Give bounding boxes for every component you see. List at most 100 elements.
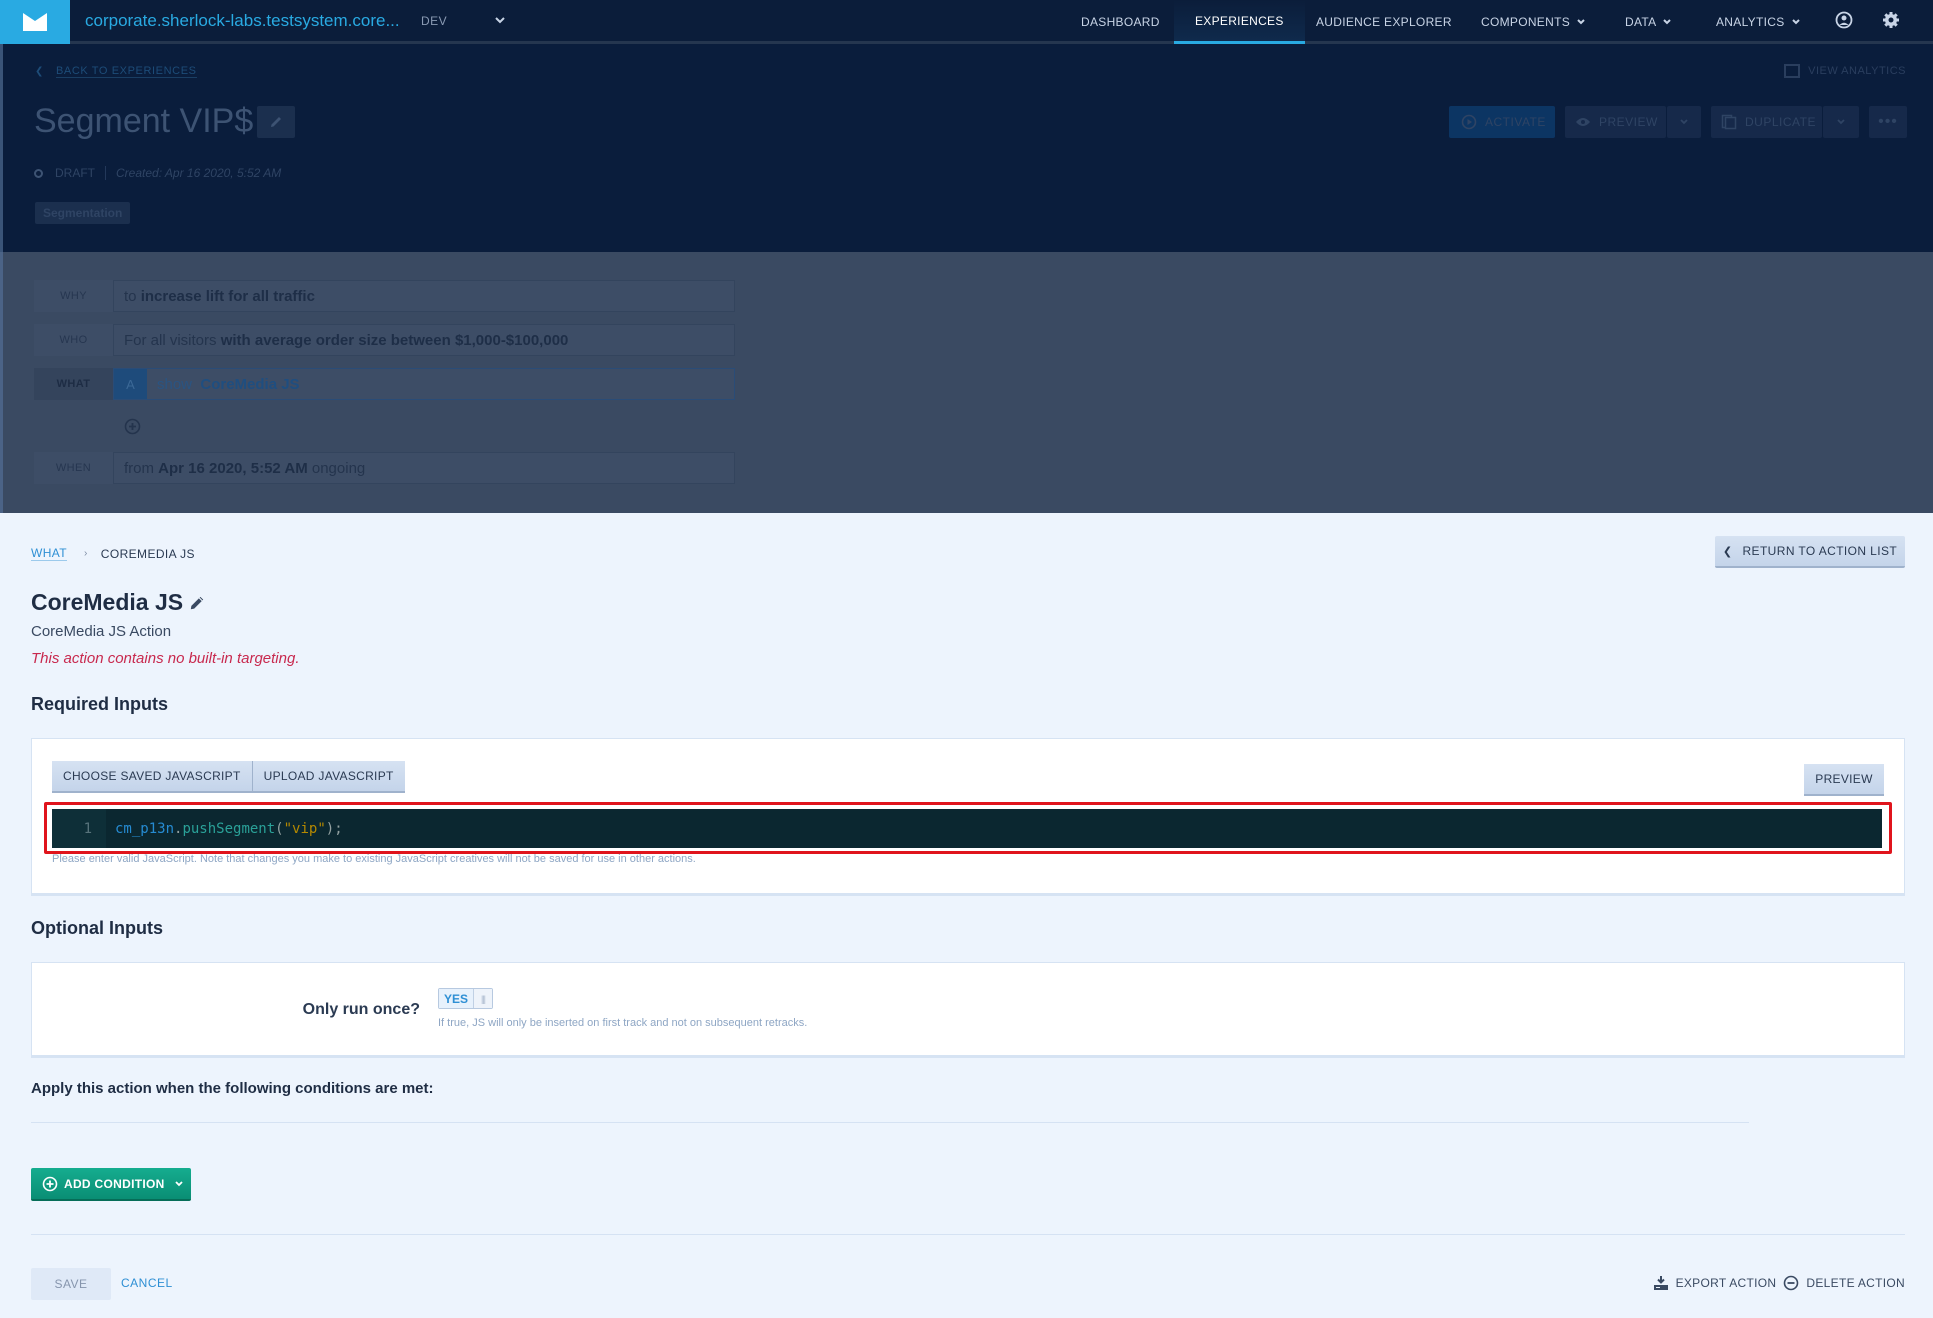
delete-action-label: DELETE ACTION [1806,1276,1905,1290]
export-action-label: EXPORT ACTION [1675,1276,1777,1290]
return-label: RETURN TO ACTION LIST [1742,544,1898,558]
variation-badge: A [114,369,147,399]
duplicate-button[interactable]: DUPLICATE [1711,106,1822,138]
chevron-down-icon [174,1180,183,1186]
status-circle-icon [34,168,43,178]
experience-title: Segment VIP$ [34,102,254,140]
breadcrumb: WHAT › COREMEDIA JS [31,546,195,561]
optional-inputs-panel: Only run once? YES ||| If true, JS will … [31,962,1905,1058]
back-link-label: BACK TO EXPERIENCES [55,65,197,78]
why-value[interactable]: to increase lift for all traffic [113,280,735,312]
logo-icon [23,13,47,31]
when-row[interactable]: WHEN from Apr 16 2020, 5:52 AM ongoing [34,452,735,484]
back-to-experiences-link[interactable]: ❮ BACK TO EXPERIENCES [35,65,197,78]
chevron-down-icon [1791,19,1800,25]
nav-label: COMPONENTS [1481,15,1571,29]
run-once-help: If true, JS will only be inserted on fir… [438,1017,808,1029]
chevron-down-icon [1680,119,1688,125]
who-prefix: For all visitors [124,331,217,349]
nav-components[interactable]: COMPONENTS [1481,0,1586,44]
add-circle-icon[interactable] [124,418,141,435]
why-row[interactable]: WHY to increase lift for all traffic [34,280,735,312]
minus-circle-icon [1784,1275,1799,1291]
user-icon[interactable] [1834,10,1854,30]
chevron-down-icon [1577,19,1585,25]
top-navigation: corporate.sherlock-labs.testsystem.core.… [0,0,1933,44]
preview-button[interactable]: PREVIEW [1804,764,1884,796]
who-row[interactable]: WHO For all visitors with average order … [34,324,735,356]
gear-icon[interactable] [1881,10,1901,30]
required-inputs-panel: CHOOSE SAVED JAVASCRIPT UPLOAD JAVASCRIP… [31,738,1905,896]
run-once-label: Only run once? [302,1001,420,1018]
nav-dashboard[interactable]: DASHBOARD [1081,0,1160,44]
action-title: CoreMedia JS [31,589,206,616]
tag-chip[interactable]: Segmentation [35,202,131,224]
when-value[interactable]: from Apr 16 2020, 5:52 AM ongoing [113,452,735,484]
highlight-annotation [44,802,1892,854]
when-suffix: ongoing [311,459,366,477]
chevron-down-icon[interactable] [492,12,508,28]
choose-saved-javascript-button[interactable]: CHOOSE SAVED JAVASCRIPT [52,761,252,793]
add-condition-button[interactable]: ADD CONDITION [31,1168,191,1201]
chart-icon [1784,64,1801,78]
what-row[interactable]: WHAT A show CoreMedia JS [34,368,735,400]
experience-statement: WHY to increase lift for all traffic WHO… [0,252,1933,513]
add-condition-label: ADD CONDITION [64,1176,165,1191]
footer-actions: EXPORT ACTION DELETE ACTION [1653,1275,1905,1291]
nav-label: DATA [1625,15,1657,29]
what-prefix: show [157,375,197,393]
what-action: CoreMedia JS [200,375,300,393]
nav-label: DASHBOARD [1081,15,1160,29]
conditions-label: Apply this action when the following con… [31,1080,434,1097]
cancel-button[interactable]: CANCEL [121,1276,173,1290]
targeting-warning: This action contains no built-in targeti… [31,650,300,667]
return-to-action-list-button[interactable]: ❮ RETURN TO ACTION LIST [1715,536,1905,568]
action-type: CoreMedia JS Action [31,623,172,640]
eye-icon [1576,118,1590,126]
nav-analytics[interactable]: ANALYTICS [1716,0,1801,44]
code-hint: Please enter valid JavaScript. Note that… [52,853,696,865]
duplicate-dropdown-button[interactable] [1823,106,1859,138]
download-icon [1653,1276,1668,1290]
edit-title-button[interactable] [257,106,295,138]
save-button[interactable]: SAVE [31,1268,111,1300]
what-label: WHAT [34,368,113,400]
who-value[interactable]: For all visitors with average order size… [113,324,735,356]
nav-label: AUDIENCE EXPLORER [1316,15,1452,29]
delete-action-button[interactable]: DELETE ACTION [1783,1275,1905,1291]
preview-experience-button[interactable]: PREVIEW [1565,106,1666,138]
chevron-down-icon [1837,119,1845,125]
view-analytics-link[interactable]: VIEW ANALYTICS [1784,64,1906,78]
export-action-button[interactable]: EXPORT ACTION [1653,1275,1777,1291]
chevron-left-icon: ❮ [35,66,44,77]
environment-label[interactable]: DEV [421,14,447,28]
more-options-button[interactable]: ••• [1869,106,1907,138]
ellipsis-icon: ••• [1878,113,1898,130]
add-circle-icon [42,1176,58,1191]
run-once-toggle[interactable]: YES ||| [438,988,493,1009]
copy-icon [1721,114,1737,130]
nav-experiences[interactable]: EXPERIENCES [1174,0,1305,44]
when-label: WHEN [34,452,113,484]
experience-header: ❮ BACK TO EXPERIENCES Segment VIP$ DRAFT… [0,44,1933,252]
what-value[interactable]: A show CoreMedia JS [113,368,735,400]
chevron-down-icon [1663,19,1672,25]
status-row: DRAFT Created: Apr 16 2020, 5:52 AM [34,166,281,180]
what-text: show CoreMedia JS [157,376,300,393]
created-date: Created: Apr 16 2020, 5:52 AM [116,166,282,180]
javascript-source-buttons: CHOOSE SAVED JAVASCRIPT UPLOAD JAVASCRIP… [52,761,405,793]
breadcrumb-current: COREMEDIA JS [100,546,195,561]
logo[interactable] [0,0,70,44]
site-name[interactable]: corporate.sherlock-labs.testsystem.core.… [85,11,400,31]
pencil-icon[interactable] [188,594,206,612]
preview-dropdown-button[interactable] [1667,106,1701,138]
divider [31,1234,1905,1235]
nav-data[interactable]: DATA [1625,0,1672,44]
chevron-right-icon: › [84,548,88,559]
upload-javascript-button[interactable]: UPLOAD JAVASCRIPT [251,761,405,793]
view-analytics-label: VIEW ANALYTICS [1808,65,1906,77]
why-goal: increase lift for all traffic [140,287,315,305]
nav-audience-explorer[interactable]: AUDIENCE EXPLORER [1316,0,1452,44]
activate-button[interactable]: ACTIVATE [1449,106,1555,138]
breadcrumb-what-link[interactable]: WHAT [31,546,68,561]
